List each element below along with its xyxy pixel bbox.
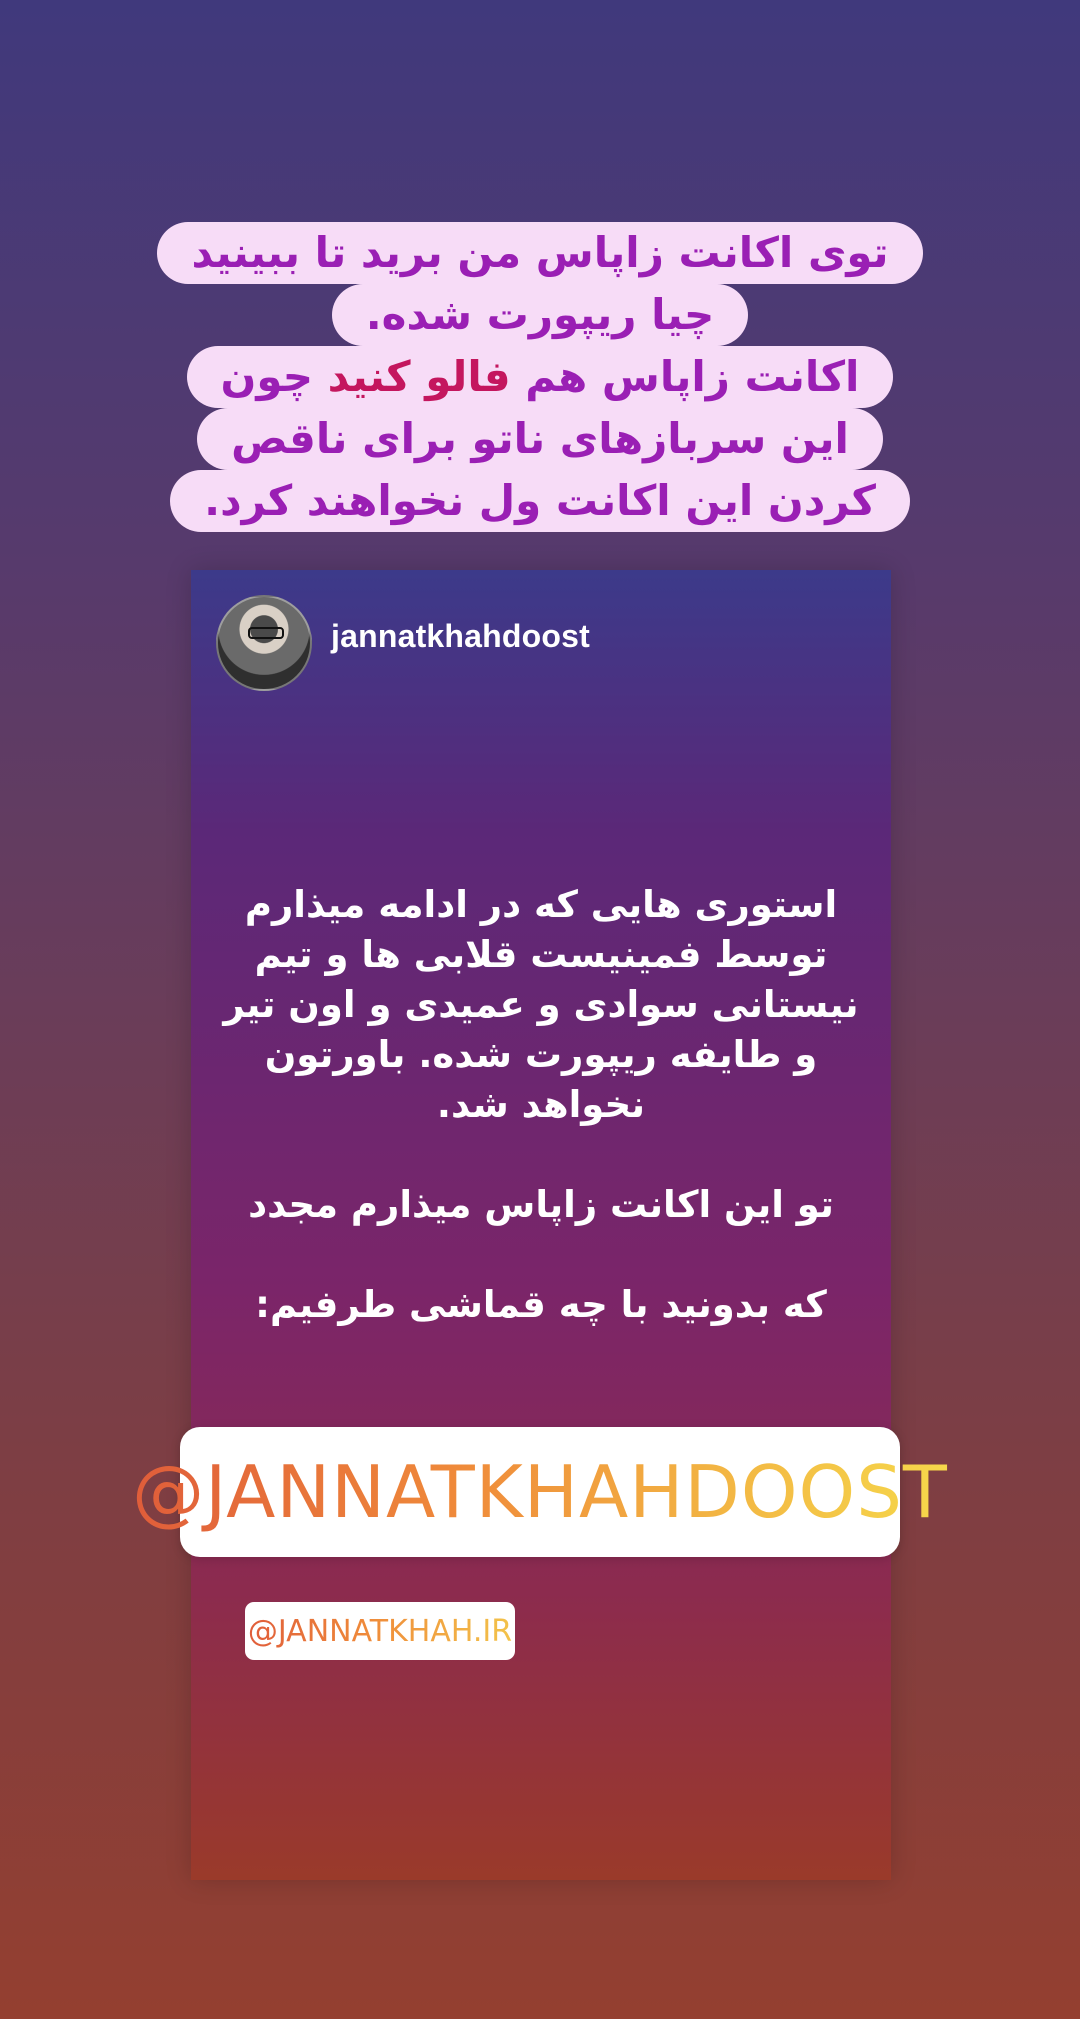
story-username[interactable]: jannatkhahdoost bbox=[331, 618, 590, 655]
mention-sticker-primary[interactable]: @JANNATKHAHDOOST bbox=[132, 1427, 947, 1557]
mention-sticker-secondary[interactable]: @JANNATKHAH.IR bbox=[245, 1602, 515, 1660]
story-paragraph-2: تو این اکانت زاپاس میذارم مجدد bbox=[248, 1183, 834, 1226]
shared-story-card[interactable]: jannatkhahdoost استوری هایی که در ادامه … bbox=[191, 570, 891, 1880]
caption-line-4: این سربازهای ناتو برای ناقص bbox=[197, 408, 883, 470]
story-paragraph-3: که بدونید با چه قماشی طرفیم: bbox=[255, 1283, 827, 1326]
caption-line-3-end: چون bbox=[220, 352, 313, 401]
caption-line-3-start: اکانت زاپاس هم bbox=[525, 352, 860, 401]
profile-avatar[interactable] bbox=[216, 595, 312, 691]
caption-line-1: توی اکانت زاپاس من برید تا ببینید bbox=[157, 222, 923, 284]
mention-secondary-label: @JANNATKHAH.IR bbox=[247, 1613, 513, 1649]
story-caption: توی اکانت زاپاس من برید تا ببینید چیا ری… bbox=[0, 222, 1080, 532]
mention-primary-label: @JANNATKHAHDOOST bbox=[132, 1450, 948, 1534]
caption-follow-highlight: فالو کنید bbox=[327, 352, 511, 401]
avatar-glasses-icon bbox=[248, 627, 284, 639]
caption-line-5: کردن این اکانت ول نخواهند کرد. bbox=[170, 470, 910, 532]
story-paragraph-1: استوری هایی که در ادامه میذارم توسط فمین… bbox=[223, 883, 859, 1126]
story-body-text: استوری هایی که در ادامه میذارم توسط فمین… bbox=[221, 880, 861, 1380]
caption-line-3: اکانت زاپاس هم فالو کنید چون bbox=[186, 346, 894, 408]
caption-line-2: چیا ریپورت شده. bbox=[331, 284, 749, 346]
